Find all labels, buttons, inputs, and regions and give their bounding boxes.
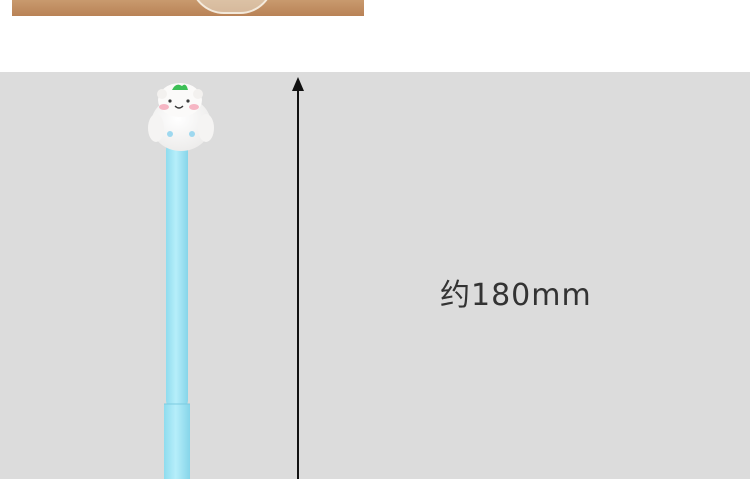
measurement-arrow	[292, 77, 304, 479]
pen-body	[164, 140, 190, 479]
bear-topper-icon	[148, 83, 214, 151]
dimension-label: 约180mm	[440, 278, 592, 313]
pen-measurement-illustration	[148, 77, 304, 479]
